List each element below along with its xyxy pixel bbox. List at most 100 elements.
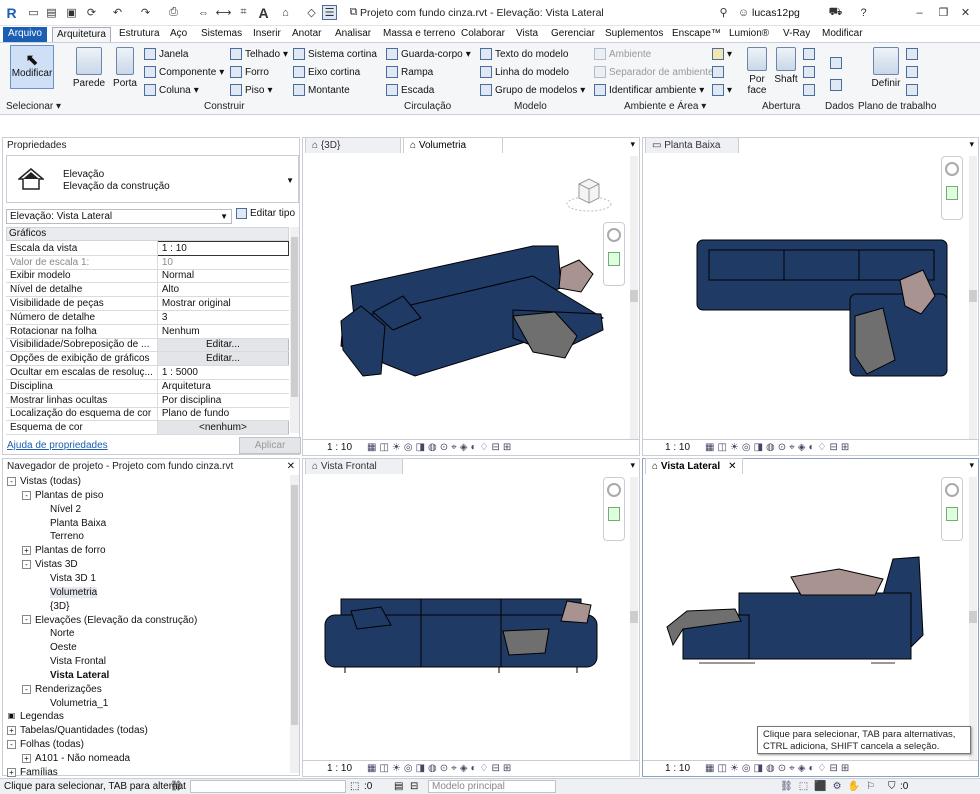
separador-ambiente-button[interactable]: Separador de ambiente bbox=[594, 66, 714, 78]
definir-button[interactable]: Definir bbox=[868, 47, 904, 89]
view-controls-icons[interactable]: ▦◫☀◎◨◍⊙⌖◈◐♢⊟⊞ bbox=[705, 762, 852, 776]
wall-opening-button[interactable] bbox=[803, 48, 815, 60]
tab-analisar[interactable]: Analisar bbox=[331, 27, 375, 42]
expand-icon[interactable]: + bbox=[22, 546, 31, 556]
tab-suplementos[interactable]: Suplementos bbox=[601, 27, 667, 42]
revit-logo-icon[interactable]: R bbox=[4, 5, 19, 21]
tree-item[interactable]: + A101 - Não nomeada bbox=[22, 752, 130, 766]
switch-windows-icon[interactable]: ⧉ bbox=[346, 5, 361, 20]
worksets-icon[interactable]: ⛓ bbox=[170, 779, 183, 794]
property-value[interactable]: Arquitetura bbox=[157, 379, 289, 394]
user-name[interactable]: lucas12pg bbox=[752, 7, 800, 19]
property-value[interactable]: 1 : 5000 bbox=[157, 365, 289, 380]
property-row[interactable]: Opções de exibição de gráficos Editar... bbox=[6, 351, 290, 367]
property-row[interactable]: Rotacionar na folha Nenhum bbox=[6, 324, 289, 339]
text-icon[interactable]: A bbox=[256, 5, 271, 21]
identificar-ambiente-button[interactable]: Identificar ambiente ▾ bbox=[594, 84, 704, 96]
dormer-opening-button[interactable] bbox=[803, 84, 815, 96]
tab-gerenciar[interactable]: Gerenciar bbox=[547, 27, 599, 42]
property-value[interactable]: Alto bbox=[157, 282, 289, 298]
view-volumetria[interactable]: ⌂ {3D} ⌂ Volumetria ▾ 1 : 10 ▦◫☀◎◨◍⊙⌖◈◐♢… bbox=[302, 137, 640, 456]
tag-icon[interactable]: ⌗ bbox=[236, 5, 251, 20]
expand-icon[interactable]: + bbox=[22, 753, 31, 763]
tree-item[interactable]: - Vistas (todas) bbox=[7, 475, 81, 489]
navigation-bar[interactable] bbox=[941, 156, 963, 220]
help-icon[interactable]: ? bbox=[856, 5, 871, 20]
aplicar-button[interactable]: Aplicar bbox=[239, 437, 301, 454]
property-value[interactable]: Por disciplina bbox=[157, 393, 289, 408]
view-controls-icons[interactable]: ▦◫☀◎◨◍⊙⌖◈◐♢⊟⊞ bbox=[705, 441, 852, 455]
tab-vista-lateral[interactable]: ⌂ Vista Lateral ✕ bbox=[645, 458, 743, 474]
tab-vista-frontal[interactable]: ⌂ Vista Frontal bbox=[305, 458, 403, 474]
tree-item[interactable]: - Elevações (Elevação da construção) bbox=[22, 614, 197, 628]
user-icon[interactable]: ☺ bbox=[736, 5, 751, 20]
texto-modelo-button[interactable]: Texto do modelo bbox=[480, 48, 568, 60]
tree-item[interactable]: Oeste bbox=[37, 641, 77, 655]
show-workplane-button[interactable] bbox=[906, 48, 918, 60]
redo-icon[interactable]: ↷ bbox=[138, 5, 153, 20]
close-icon[interactable]: ✕ bbox=[728, 461, 736, 472]
tree-item[interactable]: - Vistas 3D bbox=[22, 558, 78, 572]
viewcube-icon[interactable] bbox=[565, 174, 613, 219]
property-value[interactable]: 3 bbox=[157, 310, 289, 325]
type-selector[interactable]: Elevação Elevação da construção ▼ bbox=[6, 155, 299, 203]
tree-item[interactable]: + Plantas de forro bbox=[22, 544, 106, 558]
piso-button[interactable]: Piso ▾ bbox=[230, 84, 272, 96]
property-value[interactable]: <nenhum> bbox=[156, 420, 290, 436]
property-value[interactable]: Plano de fundo bbox=[157, 407, 289, 422]
tab-menu-icon[interactable]: ▾ bbox=[969, 460, 974, 471]
tab-menu-icon[interactable]: ▾ bbox=[630, 139, 635, 150]
tree-item[interactable]: ▣ Legendas bbox=[7, 710, 64, 724]
editable-only-icon[interactable]: ⬚ bbox=[350, 779, 359, 794]
property-value[interactable]: Mostrar original bbox=[157, 296, 289, 311]
tree-item[interactable]: Vista Lateral bbox=[37, 669, 109, 683]
close-icon[interactable]: ✕ bbox=[958, 5, 973, 20]
collapse-icon[interactable]: - bbox=[22, 684, 31, 694]
guarda-corpo-button[interactable]: Guarda-corpo ▾ bbox=[386, 48, 471, 60]
property-row[interactable]: Visibilidade de peças Mostrar original bbox=[6, 296, 289, 311]
tag-area-button[interactable]: ▾ bbox=[712, 84, 732, 96]
properties-scrollbar[interactable] bbox=[290, 227, 299, 433]
view-scale[interactable]: 1 : 10 bbox=[327, 441, 352, 455]
property-row[interactable]: Exibir modelo Normal bbox=[6, 269, 289, 284]
linha-modelo-button[interactable]: Linha do modelo bbox=[480, 66, 569, 78]
tree-item[interactable]: Volumetria_1 bbox=[37, 697, 108, 711]
ref-plane-button[interactable] bbox=[906, 66, 918, 78]
area-boundary-button[interactable] bbox=[712, 66, 724, 78]
property-row[interactable]: Valor de escala 1: 10 bbox=[6, 255, 289, 270]
property-row[interactable]: Esquema de cor <nenhum> bbox=[6, 420, 290, 436]
measure-icon[interactable]: ⇔ bbox=[196, 5, 211, 20]
property-row[interactable]: Ocultar em escalas de resoluç... 1 : 5000 bbox=[6, 365, 289, 380]
area-button[interactable]: ▾ bbox=[712, 48, 732, 60]
vertical-scrollbar[interactable] bbox=[969, 477, 977, 761]
tree-item[interactable]: Volumetria bbox=[37, 586, 98, 600]
search-icon[interactable]: ⚲ bbox=[716, 5, 731, 20]
tab-massa-terreno[interactable]: Massa e terreno bbox=[379, 27, 459, 42]
steering-wheel-icon[interactable] bbox=[607, 483, 621, 497]
vertical-scrollbar[interactable] bbox=[630, 477, 638, 761]
tab-colaborar[interactable]: Colaborar bbox=[457, 27, 509, 42]
view-scale[interactable]: 1 : 10 bbox=[665, 441, 690, 455]
janela-button[interactable]: Janela bbox=[144, 48, 188, 60]
zoom-icon[interactable] bbox=[946, 186, 958, 200]
property-row[interactable]: Mostrar linhas ocultas Por disciplina bbox=[6, 393, 289, 408]
navigation-bar[interactable] bbox=[603, 477, 625, 541]
escada-button[interactable]: Escada bbox=[386, 84, 434, 96]
vertical-scrollbar[interactable] bbox=[630, 156, 638, 440]
forro-button[interactable]: Forro bbox=[230, 66, 269, 78]
tab-arquivo[interactable]: Arquivo bbox=[3, 27, 47, 42]
tree-item[interactable]: Planta Baixa bbox=[37, 517, 106, 531]
tree-item[interactable]: - Plantas de piso bbox=[22, 489, 103, 503]
view-scale[interactable]: 1 : 10 bbox=[327, 762, 352, 776]
instance-selector[interactable]: Elevação: Vista Lateral ▼ bbox=[6, 209, 232, 224]
level-button[interactable] bbox=[830, 57, 842, 69]
componente-button[interactable]: Componente ▾ bbox=[144, 66, 224, 78]
tab-3d[interactable]: ⌂ {3D} bbox=[305, 137, 401, 153]
zoom-icon[interactable] bbox=[946, 507, 958, 521]
ajuda-propriedades-link[interactable]: Ajuda de propriedades bbox=[7, 440, 108, 451]
tab-modificar[interactable]: Modificar bbox=[818, 27, 867, 42]
vertical-scrollbar[interactable] bbox=[969, 156, 977, 440]
view-vista-frontal[interactable]: ⌂ Vista Frontal ▾ 1 : 10 ▦◫☀◎◨◍⊙⌖◈◐♢⊟⊞ bbox=[302, 458, 640, 777]
tree-item[interactable]: + Tabelas/Quantidades (todas) bbox=[7, 724, 148, 738]
minimize-icon[interactable]: – bbox=[912, 5, 927, 20]
